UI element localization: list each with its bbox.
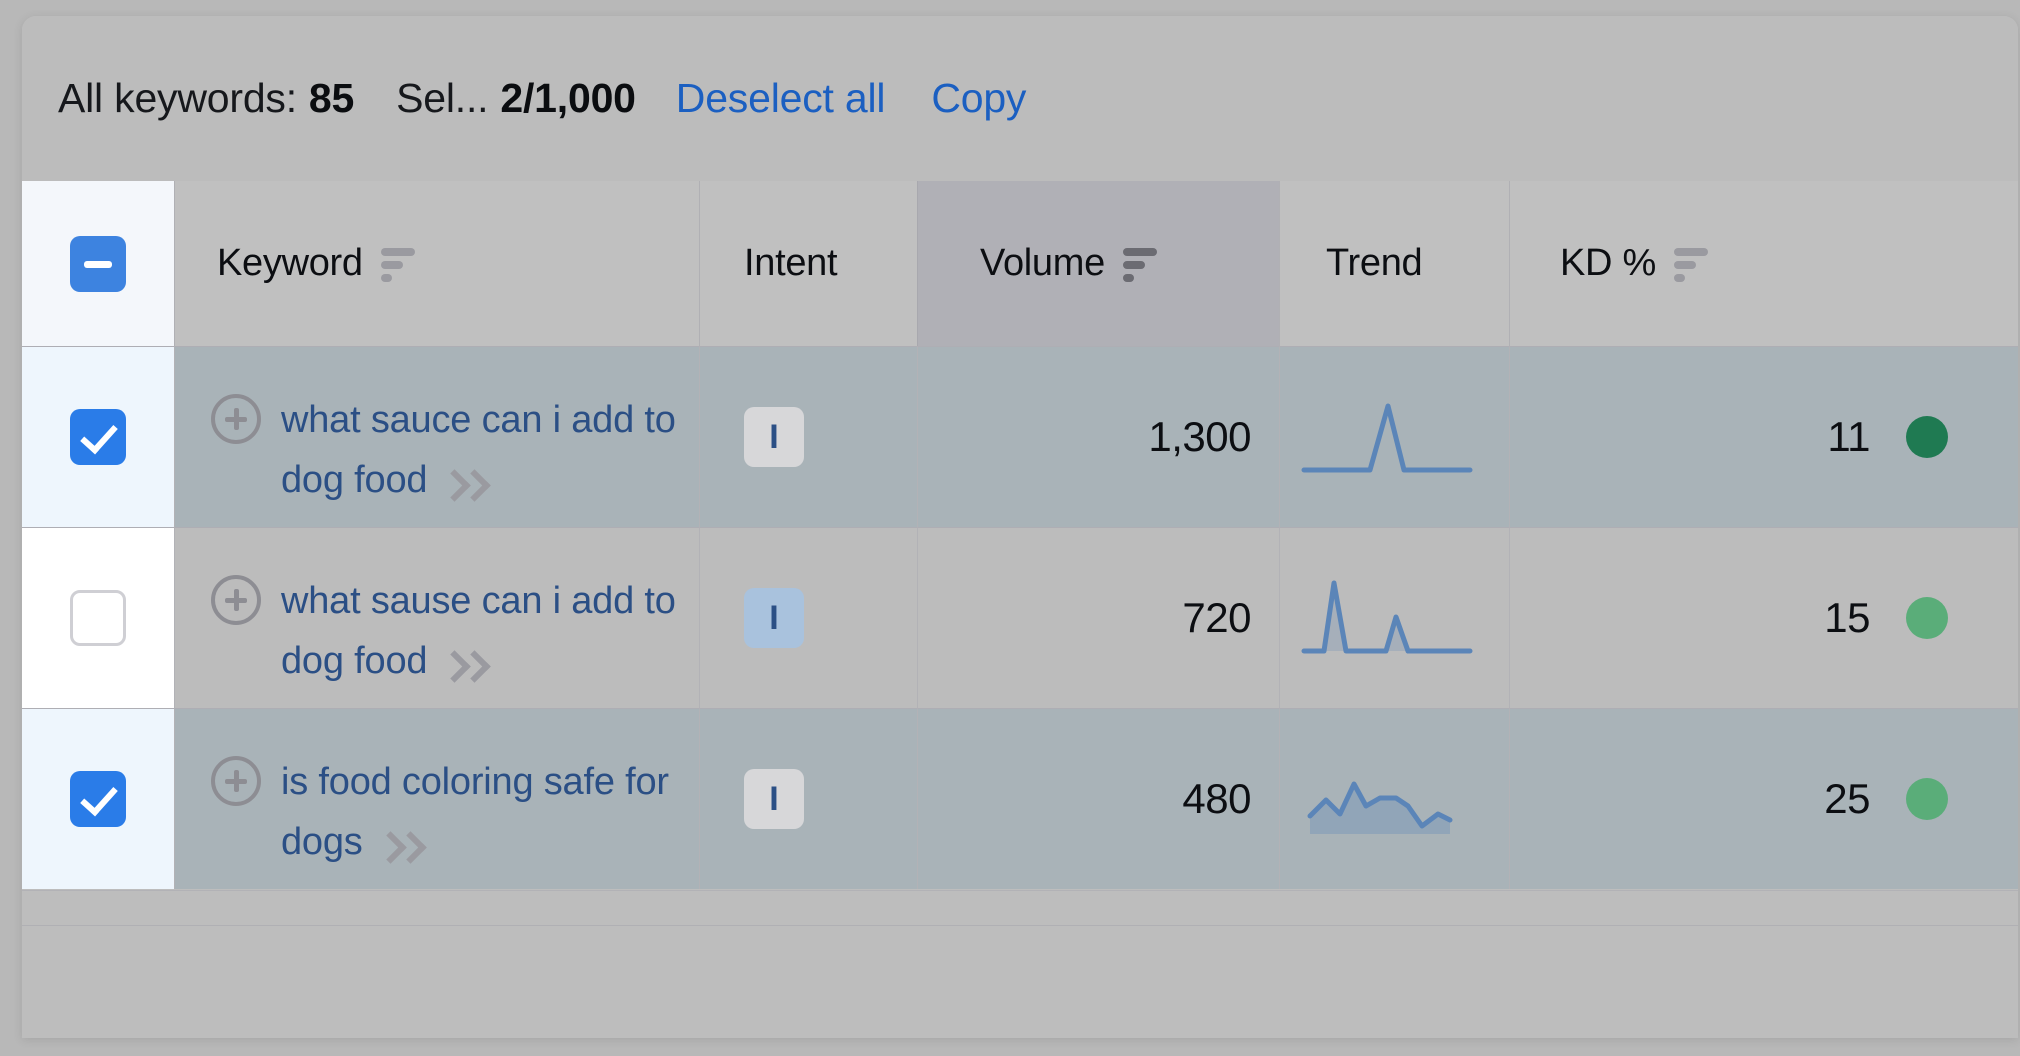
keyword-link[interactable]: what sause can i add to dog food xyxy=(281,571,676,691)
kd-cell: 11 xyxy=(1509,346,2018,527)
column-header-keyword[interactable]: Keyword xyxy=(174,181,699,346)
keyword-table-panel: All keywords: 85 Sel... 2/1,000 Deselect… xyxy=(22,16,2018,1038)
row-select-cell xyxy=(22,346,174,527)
row-checkbox[interactable] xyxy=(70,409,126,465)
all-keywords-count: 85 xyxy=(308,75,355,121)
double-chevron-right-icon[interactable] xyxy=(373,831,427,864)
keyword-line-2: dog food xyxy=(281,640,428,682)
table-row[interactable]: is food coloring safe for dogs I 480 25 xyxy=(22,708,2018,889)
plus-circle-icon[interactable] xyxy=(211,394,261,444)
row-checkbox[interactable] xyxy=(70,590,126,646)
column-header-intent-label: Intent xyxy=(744,242,838,284)
keyword-wrap: what sause can i add to dog food xyxy=(211,545,676,691)
kd-value: 11 xyxy=(1827,413,1870,460)
selected-label: Sel... xyxy=(396,75,489,121)
trend-cell xyxy=(1279,346,1509,527)
kd-wrap: 25 xyxy=(1824,775,1948,823)
volume-value: 1,300 xyxy=(1148,413,1251,460)
double-chevron-right-icon[interactable] xyxy=(438,650,492,683)
row-select-cell xyxy=(22,708,174,889)
volume-value: 720 xyxy=(1182,594,1251,641)
kd-status-dot xyxy=(1906,416,1948,458)
kd-status-dot xyxy=(1906,778,1948,820)
sort-descending-icon[interactable] xyxy=(380,244,427,284)
trend-cell xyxy=(1279,708,1509,889)
all-keywords-stat: All keywords: 85 xyxy=(58,75,354,122)
table-toolbar: All keywords: 85 Sel... 2/1,000 Deselect… xyxy=(22,16,2018,181)
trend-sparkline xyxy=(1307,781,1452,834)
volume-value: 480 xyxy=(1182,775,1251,822)
column-header-trend-label: Trend xyxy=(1326,242,1423,284)
selected-count: 2/1,000 xyxy=(500,75,636,121)
keyword-link[interactable]: what sauce can i add to dog food xyxy=(281,390,676,510)
kd-status-dot xyxy=(1906,597,1948,639)
trend-sparkline xyxy=(1301,580,1472,654)
keyword-line-2: dogs xyxy=(281,821,363,863)
column-header-kd-label: KD % xyxy=(1560,242,1656,284)
keywords-table: Keyword Intent Volume Trend KD % what sa… xyxy=(22,181,2018,889)
column-header-trend[interactable]: Trend xyxy=(1279,181,1509,346)
copy-button[interactable]: Copy xyxy=(931,75,1026,122)
keyword-line-2: dog food xyxy=(281,459,428,501)
select-all-checkbox[interactable] xyxy=(70,235,126,292)
kd-cell: 25 xyxy=(1509,708,2018,889)
keyword-line-1: what sauce can i add to xyxy=(281,399,676,441)
intent-cell: I xyxy=(699,527,917,708)
intent-badge[interactable]: I xyxy=(744,769,804,829)
intent-badge[interactable]: I xyxy=(744,407,804,467)
row-checkbox[interactable] xyxy=(70,771,126,827)
column-header-volume-label: Volume xyxy=(980,242,1105,284)
keyword-line-1: is food coloring safe for xyxy=(281,761,669,803)
volume-cell: 480 xyxy=(917,708,1279,889)
plus-circle-icon[interactable] xyxy=(211,756,261,806)
table-footer-strip xyxy=(22,890,2018,1038)
sort-descending-icon[interactable] xyxy=(1122,244,1169,284)
table-row[interactable]: what sause can i add to dog food I 720 1… xyxy=(22,527,2018,708)
select-all-cell xyxy=(22,181,174,346)
kd-wrap: 15 xyxy=(1824,594,1948,642)
keyword-line-1: what sause can i add to xyxy=(281,580,676,622)
kd-value: 15 xyxy=(1824,594,1870,641)
column-header-kd[interactable]: KD % xyxy=(1509,181,2018,346)
keyword-link[interactable]: is food coloring safe for dogs xyxy=(281,752,669,872)
table-header-row: Keyword Intent Volume Trend KD % xyxy=(22,181,2018,346)
trend-sparkline xyxy=(1301,403,1472,473)
kd-cell: 15 xyxy=(1509,527,2018,708)
deselect-all-button[interactable]: Deselect all xyxy=(676,75,886,122)
keyword-cell: what sauce can i add to dog food xyxy=(174,346,699,527)
column-header-intent[interactable]: Intent xyxy=(699,181,917,346)
all-keywords-label: All keywords: xyxy=(58,75,297,121)
row-select-cell xyxy=(22,527,174,708)
intent-cell: I xyxy=(699,708,917,889)
volume-cell: 720 xyxy=(917,527,1279,708)
keyword-cell: is food coloring safe for dogs xyxy=(174,708,699,889)
trend-cell xyxy=(1279,527,1509,708)
footer-divider xyxy=(22,925,2018,926)
kd-wrap: 11 xyxy=(1827,413,1948,461)
table-row[interactable]: what sauce can i add to dog food I 1,300 xyxy=(22,346,2018,527)
sort-descending-icon[interactable] xyxy=(1673,244,1720,284)
column-header-volume[interactable]: Volume xyxy=(917,181,1279,346)
selected-stat: Sel... 2/1,000 xyxy=(396,75,636,122)
keyword-cell: what sause can i add to dog food xyxy=(174,527,699,708)
keyword-wrap: is food coloring safe for dogs xyxy=(211,726,669,872)
intent-cell: I xyxy=(699,346,917,527)
kd-value: 25 xyxy=(1824,775,1870,822)
keyword-wrap: what sauce can i add to dog food xyxy=(211,364,676,510)
screenshot-root: All keywords: 85 Sel... 2/1,000 Deselect… xyxy=(0,0,2020,1056)
double-chevron-right-icon[interactable] xyxy=(438,469,492,502)
column-header-keyword-label: Keyword xyxy=(217,242,363,284)
plus-circle-icon[interactable] xyxy=(211,575,261,625)
intent-badge[interactable]: I xyxy=(744,588,804,648)
volume-cell: 1,300 xyxy=(917,346,1279,527)
